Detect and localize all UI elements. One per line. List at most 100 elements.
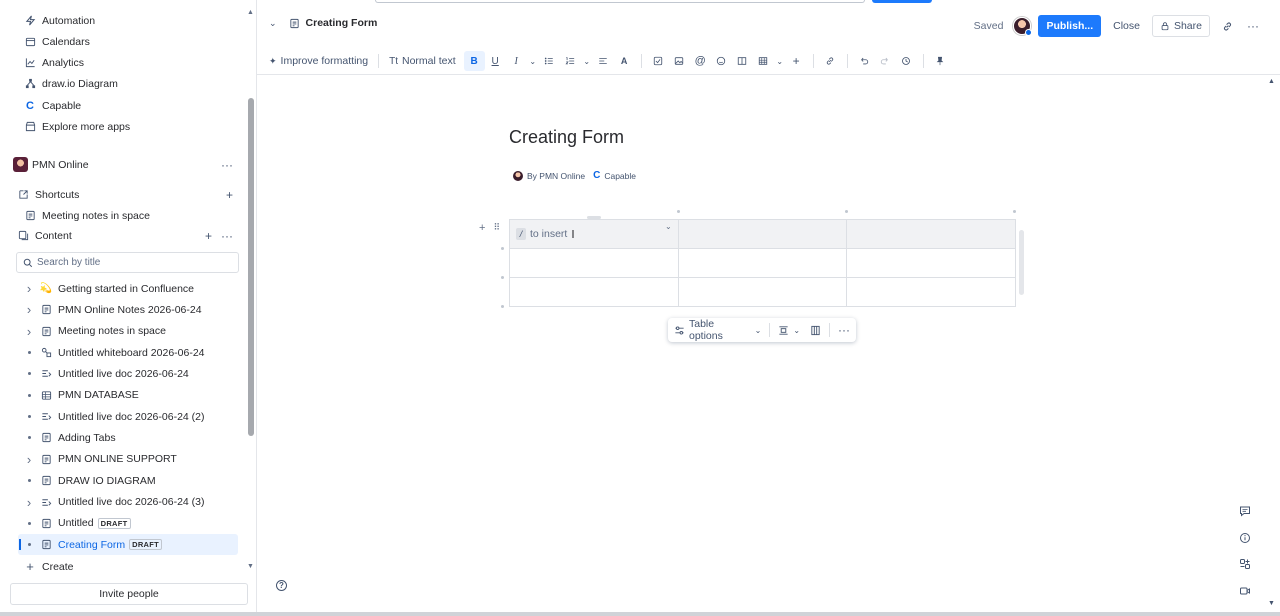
document-title[interactable]: Creating Form	[509, 127, 624, 148]
video-icon[interactable]	[1238, 584, 1252, 598]
apps-icon[interactable]	[1238, 557, 1252, 571]
content-more-icon[interactable]: ···	[221, 229, 233, 243]
help-icon[interactable]: ?	[276, 580, 287, 591]
tree-item[interactable]: › Meeting notes in space	[18, 321, 238, 342]
align-table-icon[interactable]	[778, 325, 789, 336]
more-formatting-chevron-icon[interactable]: ⌄	[527, 51, 539, 71]
space-header[interactable]: PMN Online ···	[13, 154, 245, 175]
copy-link-icon[interactable]	[1216, 15, 1238, 37]
link-icon[interactable]	[820, 51, 841, 71]
table-cell[interactable]: / to insert I	[509, 219, 679, 249]
bullet-list-icon[interactable]	[539, 51, 560, 71]
table-cell[interactable]	[846, 219, 1016, 249]
tree-item[interactable]: Untitled live doc 2026-06-24	[18, 363, 238, 384]
chevron-right-icon[interactable]: ›	[24, 281, 34, 296]
scroll-up-icon[interactable]: ▲	[247, 9, 254, 16]
byline-author[interactable]: By PMN Online	[527, 171, 585, 181]
table-cell[interactable]	[846, 248, 1016, 278]
chevron-right-icon[interactable]: ›	[24, 452, 34, 467]
add-shortcut-icon[interactable]: +	[226, 188, 233, 202]
italic-icon[interactable]: I	[506, 51, 527, 71]
tree-item[interactable]: › PMN ONLINE SUPPORT	[18, 449, 238, 470]
chevron-right-icon[interactable]: ›	[24, 495, 34, 510]
create-button[interactable]: + Create	[24, 556, 269, 577]
sidebar-item-explore-apps[interactable]: Explore more apps	[24, 116, 269, 137]
text-style-dropdown[interactable]: Tt Normal text	[389, 55, 456, 67]
emoji-icon[interactable]	[711, 51, 732, 71]
search-input[interactable]	[37, 257, 217, 268]
insert-plus-icon[interactable]: +	[786, 51, 807, 71]
row-insert-dot[interactable]	[501, 276, 504, 279]
tree-item[interactable]: Untitled live doc 2026-06-24 (2)	[18, 406, 238, 427]
tree-item[interactable]: › 💫 Getting started in Confluence	[18, 278, 238, 299]
table-cell[interactable]	[677, 219, 848, 249]
bold-icon[interactable]: B	[463, 51, 485, 71]
sidebar-item-analytics[interactable]: Analytics	[24, 52, 269, 73]
more-options-icon[interactable]: ···	[1242, 15, 1264, 37]
table-cell[interactable]	[846, 277, 1016, 307]
info-icon[interactable]	[1238, 531, 1252, 545]
column-insert-dot[interactable]	[845, 210, 848, 213]
invite-people-button[interactable]: Invite people	[10, 583, 248, 605]
history-icon[interactable]	[896, 51, 917, 71]
list-chevron-icon[interactable]: ⌄	[581, 51, 593, 71]
column-insert-dot[interactable]	[677, 210, 680, 213]
add-block-icon[interactable]: +	[479, 222, 485, 234]
column-width-icon[interactable]	[810, 325, 821, 336]
byline-app[interactable]: Capable	[604, 171, 636, 181]
content-section[interactable]: Content + ···	[17, 225, 245, 246]
pin-icon[interactable]	[930, 51, 951, 71]
text-color-icon[interactable]: A	[614, 51, 635, 71]
chevron-right-icon[interactable]: ›	[24, 302, 34, 317]
sidebar-item-automation[interactable]: Automation	[24, 10, 269, 31]
numbered-list-icon[interactable]	[560, 51, 581, 71]
table-chevron-icon[interactable]: ⌄	[774, 51, 786, 71]
improve-formatting-button[interactable]: ✦ Improve formatting	[269, 55, 368, 67]
tree-item[interactable]: Untitled DRAFT	[18, 513, 238, 534]
chevron-right-icon[interactable]: ›	[24, 324, 34, 339]
share-button[interactable]: Share	[1151, 15, 1210, 37]
tree-item[interactable]: Creating Form DRAFT	[18, 534, 238, 556]
align-chevron-icon[interactable]: ⌄	[793, 326, 800, 335]
shortcut-item[interactable]: Meeting notes in space	[24, 205, 269, 226]
table-options-button[interactable]: Table options ⌄	[674, 318, 761, 342]
tree-item[interactable]: Untitled whiteboard 2026-06-24	[18, 342, 238, 363]
shortcuts-section[interactable]: Shortcuts +	[17, 184, 245, 205]
align-left-icon[interactable]	[593, 51, 614, 71]
sidebar-item-calendars[interactable]: Calendars	[24, 31, 269, 52]
underline-icon[interactable]: U	[485, 51, 506, 71]
table-more-icon[interactable]: ···	[838, 323, 850, 337]
mention-icon[interactable]: @	[690, 51, 711, 71]
column-insert-dot[interactable]	[1013, 210, 1016, 213]
table-cell[interactable]	[677, 248, 848, 278]
scroll-down-icon[interactable]: ▼	[247, 563, 254, 570]
add-content-icon[interactable]: +	[205, 229, 212, 243]
tree-item[interactable]: Adding Tabs	[18, 427, 238, 448]
task-checkbox-icon[interactable]	[648, 51, 669, 71]
tree-item[interactable]: › PMN Online Notes 2026-06-24	[18, 299, 238, 320]
publish-button[interactable]: Publish...	[1038, 15, 1102, 37]
row-insert-dot[interactable]	[501, 247, 504, 250]
table-cell[interactable]	[509, 248, 679, 278]
table-resize-handle[interactable]	[1019, 230, 1024, 295]
redo-icon[interactable]	[875, 51, 896, 71]
table-icon[interactable]	[753, 51, 774, 71]
table-cell[interactable]	[677, 277, 848, 307]
layout-icon[interactable]	[732, 51, 753, 71]
comment-icon[interactable]	[1238, 504, 1252, 518]
close-button[interactable]: Close	[1113, 20, 1140, 32]
chevron-down-icon[interactable]: ⌄	[269, 18, 277, 29]
sidebar-item-drawio[interactable]: draw.io Diagram	[24, 73, 269, 94]
drag-handle-icon[interactable]: ⠿	[493, 222, 500, 234]
row-insert-dot[interactable]	[501, 305, 504, 308]
tree-item[interactable]: › Untitled live doc 2026-06-24 (3)	[18, 492, 238, 513]
sidebar-search[interactable]	[16, 252, 239, 273]
cell-options-chevron-icon[interactable]: ⌄	[665, 222, 672, 231]
image-icon[interactable]	[669, 51, 690, 71]
main-scroll-up-icon[interactable]: ▲	[1268, 78, 1275, 85]
sidebar-item-capable[interactable]: C Capable	[24, 95, 269, 116]
undo-icon[interactable]	[854, 51, 875, 71]
space-more-icon[interactable]: ···	[221, 158, 233, 172]
main-scroll-down-icon[interactable]: ▼	[1268, 600, 1275, 607]
table-cell[interactable]	[509, 277, 679, 307]
